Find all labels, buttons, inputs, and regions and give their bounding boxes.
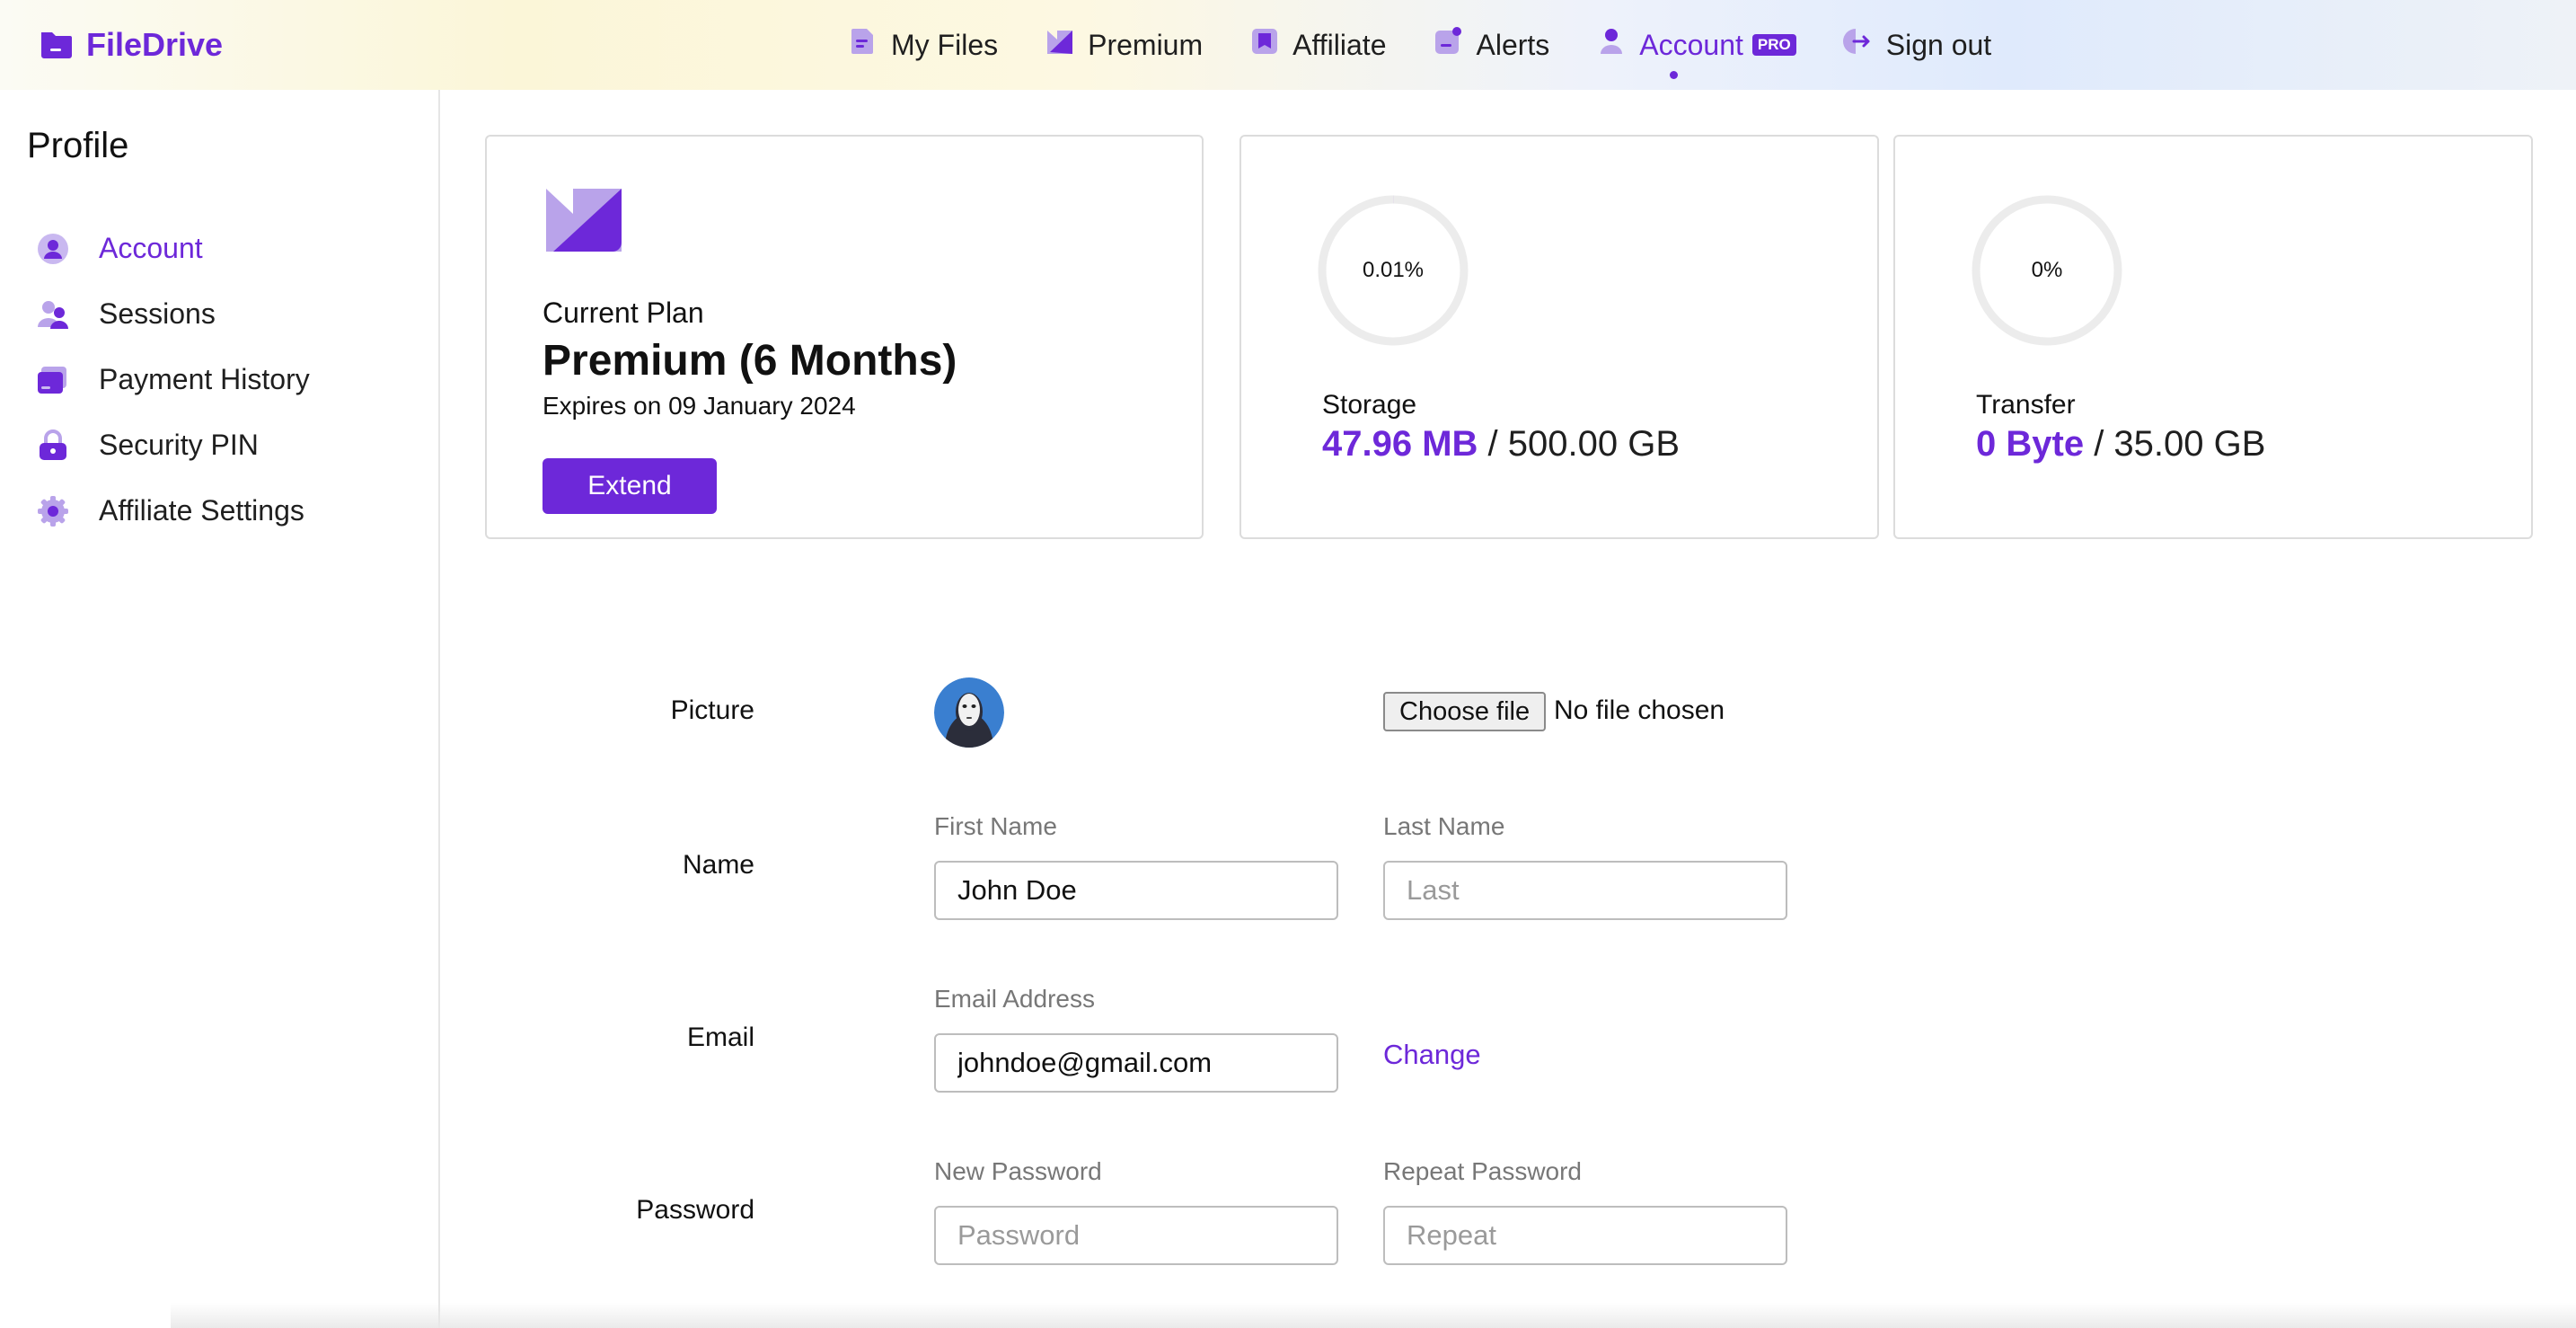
nav-sign-out[interactable]: Sign out xyxy=(1842,26,1992,64)
sidebar-item-label: Payment History xyxy=(99,363,310,395)
sidebar-item-account[interactable]: Account xyxy=(36,216,310,281)
premium-icon xyxy=(544,187,623,258)
storage-card: 0.01% Storage 47.96 MB / 500.00 GB xyxy=(1239,135,1879,539)
nav-label: Premium xyxy=(1088,28,1204,61)
sidebar-item-sessions[interactable]: Sessions xyxy=(36,281,310,347)
nav-label: My Files xyxy=(891,28,999,61)
app-logo[interactable]: FileDrive xyxy=(38,22,223,68)
first-name-label: First Name xyxy=(934,812,1057,840)
alert-icon xyxy=(1433,26,1463,64)
premium-icon xyxy=(1045,26,1075,64)
transfer-label: Transfer xyxy=(1976,390,2076,420)
last-name-input[interactable] xyxy=(1383,861,1787,920)
storage-usage: 47.96 MB / 500.00 GB xyxy=(1322,424,1680,465)
nav-alerts[interactable]: Alerts xyxy=(1433,26,1549,64)
file-icon xyxy=(848,26,878,64)
folder-icon xyxy=(38,25,74,66)
storage-percent: 0.01% xyxy=(1362,258,1425,282)
current-plan-card: Current Plan Premium (6 Months) Expires … xyxy=(485,135,1204,539)
nav-account[interactable]: Account PRO xyxy=(1596,26,1796,79)
transfer-percent: 0% xyxy=(2031,258,2063,282)
email-input[interactable] xyxy=(934,1033,1338,1093)
picture-row-label: Picture xyxy=(670,695,754,725)
email-address-label: Email Address xyxy=(934,985,1095,1013)
sidebar-item-label: Affiliate Settings xyxy=(99,494,304,527)
password-row-label: Password xyxy=(636,1195,754,1225)
sidebar-title: Profile xyxy=(27,126,129,165)
nav-label: Account xyxy=(1639,28,1743,61)
new-password-label: New Password xyxy=(934,1157,1102,1185)
transfer-usage: 0 Byte / 35.00 GB xyxy=(1976,424,2265,465)
sidebar: Profile Account Sessions Payment History… xyxy=(0,90,440,1328)
sidebar-item-payment-history[interactable]: Payment History xyxy=(36,347,310,412)
last-name-label: Last Name xyxy=(1383,812,1505,840)
sign-out-icon xyxy=(1842,26,1874,64)
sidebar-item-affiliate-settings[interactable]: Affiliate Settings xyxy=(36,478,310,544)
sidebar-item-label: Security PIN xyxy=(99,429,259,461)
nav-label: Affiliate xyxy=(1292,28,1387,61)
main-nav: My Files Premium Affiliate Alerts Accoun… xyxy=(848,22,2038,79)
name-row-label: Name xyxy=(682,850,754,880)
payment-icon xyxy=(38,366,66,394)
sidebar-item-label: Account xyxy=(99,232,203,264)
plan-name: Premium (6 Months) xyxy=(543,337,957,385)
transfer-total: / 35.00 GB xyxy=(2094,424,2266,464)
change-email-link[interactable]: Change xyxy=(1383,1039,1481,1071)
sidebar-item-label: Sessions xyxy=(99,297,216,330)
lock-icon xyxy=(40,429,66,460)
nav-my-files[interactable]: My Files xyxy=(848,26,998,64)
avatar[interactable] xyxy=(934,677,1004,748)
storage-total: / 500.00 GB xyxy=(1487,424,1681,464)
nav-premium[interactable]: Premium xyxy=(1045,26,1203,64)
file-status: No file chosen xyxy=(1554,695,1725,725)
plan-expiry: Expires on 09 January 2024 xyxy=(543,392,856,420)
app-name: FileDrive xyxy=(86,26,224,63)
nav-affiliate[interactable]: Affiliate xyxy=(1249,26,1386,64)
storage-label: Storage xyxy=(1322,390,1417,420)
user-circle-icon xyxy=(38,233,68,264)
repeat-password-label: Repeat Password xyxy=(1383,1157,1583,1185)
transfer-used: 0 Byte xyxy=(1976,424,2085,464)
choose-file-button[interactable]: Choose file xyxy=(1383,692,1547,731)
nav-label: Alerts xyxy=(1476,28,1550,61)
extend-button[interactable]: Extend xyxy=(543,458,717,514)
first-name-input[interactable] xyxy=(934,861,1338,920)
plan-label: Current Plan xyxy=(543,297,704,329)
affiliate-icon xyxy=(1249,26,1280,64)
bottom-shadow xyxy=(171,1303,2576,1328)
sidebar-menu: Account Sessions Payment History Securit… xyxy=(36,216,310,544)
transfer-card: 0% Transfer 0 Byte / 35.00 GB xyxy=(1893,135,2533,539)
users-icon xyxy=(38,300,68,329)
sidebar-item-security-pin[interactable]: Security PIN xyxy=(36,412,310,478)
repeat-password-input[interactable] xyxy=(1383,1206,1787,1265)
avatar-image xyxy=(934,677,1004,748)
top-navbar: FileDrive My Files Premium Affiliate Ale… xyxy=(0,0,2576,90)
gear-icon xyxy=(38,495,68,527)
email-row-label: Email xyxy=(686,1023,754,1052)
nav-label: Sign out xyxy=(1885,28,1992,61)
storage-used: 47.96 MB xyxy=(1322,424,1478,464)
user-icon xyxy=(1596,26,1627,64)
pro-badge: PRO xyxy=(1751,34,1796,56)
new-password-input[interactable] xyxy=(934,1206,1338,1265)
